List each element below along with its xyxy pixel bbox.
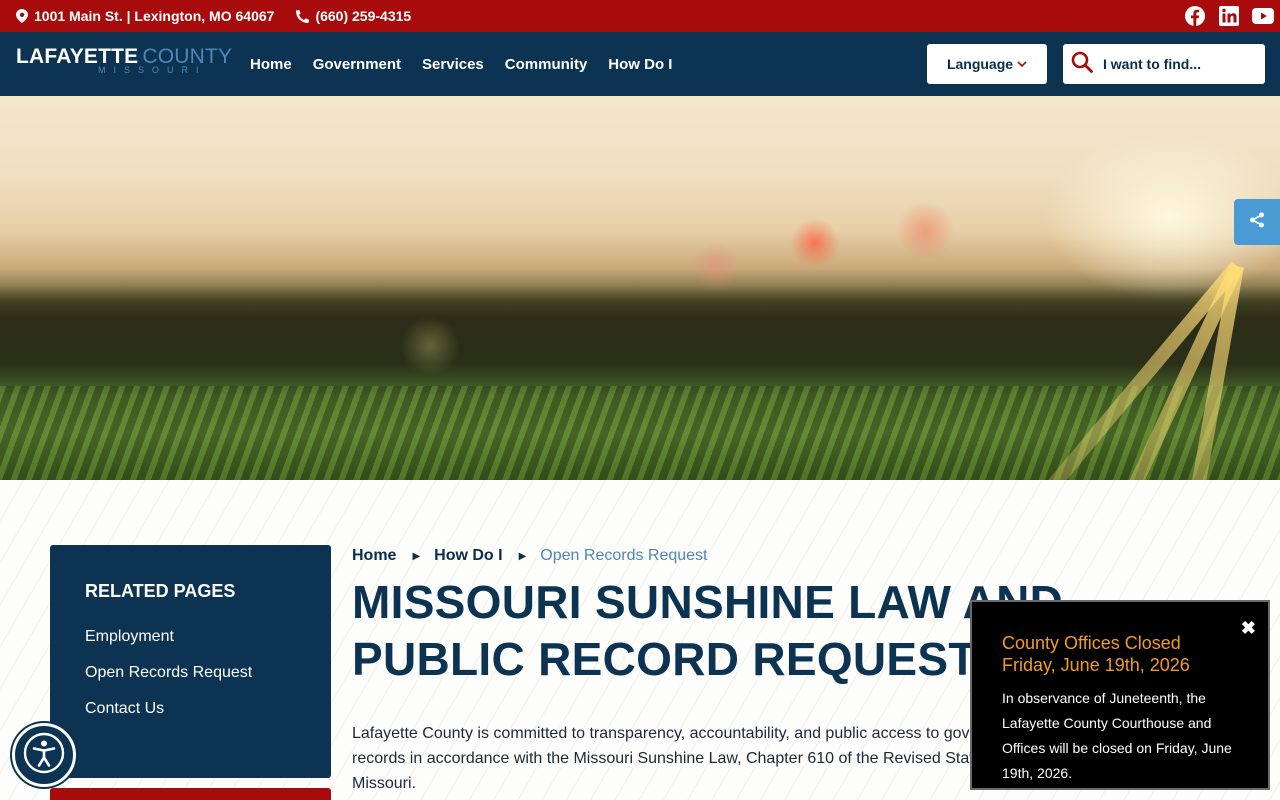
main-header: LAFAYETTE COUNTY MISSOURI Home Government… (0, 32, 1280, 96)
alert-title: County Offices Closed Friday, June 19th,… (1002, 633, 1190, 675)
county-logo[interactable]: LAFAYETTE COUNTY MISSOURI (16, 46, 232, 76)
nav-government[interactable]: Government (313, 56, 401, 73)
accessibility-button[interactable] (12, 723, 76, 787)
hero-treeline (0, 286, 1280, 396)
sidebar-secondary-box (50, 788, 331, 800)
sidebar-link-open-records-request[interactable]: Open Records Request (85, 664, 296, 682)
language-label: Language (946, 56, 1014, 72)
nav-community[interactable]: Community (505, 56, 588, 73)
chevron-down-icon (1017, 57, 1027, 71)
youtube-icon[interactable] (1252, 5, 1274, 27)
lens-flare (690, 241, 740, 291)
hero-image (0, 96, 1280, 480)
sidebar-heading: RELATED PAGES (85, 581, 236, 601)
breadcrumb: Home ▶ How Do I ▶ Open Records Request (352, 547, 708, 565)
language-button[interactable]: Language (927, 44, 1047, 84)
intro-paragraph: Lafayette County is committed to transpa… (352, 725, 1029, 792)
nav-services[interactable]: Services (422, 56, 484, 73)
phone-text: (660) 259-4315 (315, 8, 412, 24)
nav-home[interactable]: Home (250, 56, 292, 73)
address-item[interactable]: 1001 Main St. | Lexington, MO 64067 (16, 8, 274, 24)
lens-flare (895, 201, 955, 261)
main-nav: Home Government Services Community How D… (250, 32, 672, 96)
search-box[interactable] (1063, 44, 1265, 84)
related-pages-sidebar: RELATED PAGES Employment Open Records Re… (50, 545, 331, 778)
top-info-bar: 1001 Main St. | Lexington, MO 64067 (660… (0, 0, 1280, 32)
nav-how-do-i[interactable]: How Do I (608, 56, 672, 73)
breadcrumb-current: Open Records Request (540, 547, 708, 564)
search-icon[interactable] (1071, 51, 1093, 78)
lens-flare (400, 316, 460, 376)
phone-item[interactable]: (660) 259-4315 (296, 8, 411, 24)
sidebar-link-employment[interactable]: Employment (85, 628, 296, 646)
caret-right-icon: ▶ (412, 550, 421, 562)
phone-icon (296, 9, 310, 23)
search-input[interactable] (1103, 56, 1253, 72)
facebook-icon[interactable] (1184, 5, 1206, 27)
alert-body: In observance of Juneteenth, the Lafayet… (1002, 690, 1232, 781)
caret-right-icon: ▶ (518, 550, 527, 562)
share-icon (1249, 212, 1265, 233)
linkedin-icon[interactable] (1218, 5, 1240, 27)
logo-state-text: MISSOURI (98, 65, 207, 75)
breadcrumb-home[interactable]: Home (352, 547, 396, 565)
share-button[interactable] (1234, 199, 1280, 245)
lens-flare (790, 218, 840, 268)
address-text: 1001 Main St. | Lexington, MO 64067 (34, 8, 275, 24)
close-icon[interactable]: ✖ (1241, 618, 1256, 639)
breadcrumb-how-do-i[interactable]: How Do I (434, 547, 502, 565)
sidebar-link-contact-us[interactable]: Contact Us (85, 700, 296, 718)
map-pin-icon (16, 9, 28, 23)
accessibility-icon (23, 732, 65, 779)
social-links (1184, 5, 1274, 27)
closure-alert: ✖ County Offices Closed Friday, June 19t… (970, 600, 1270, 790)
